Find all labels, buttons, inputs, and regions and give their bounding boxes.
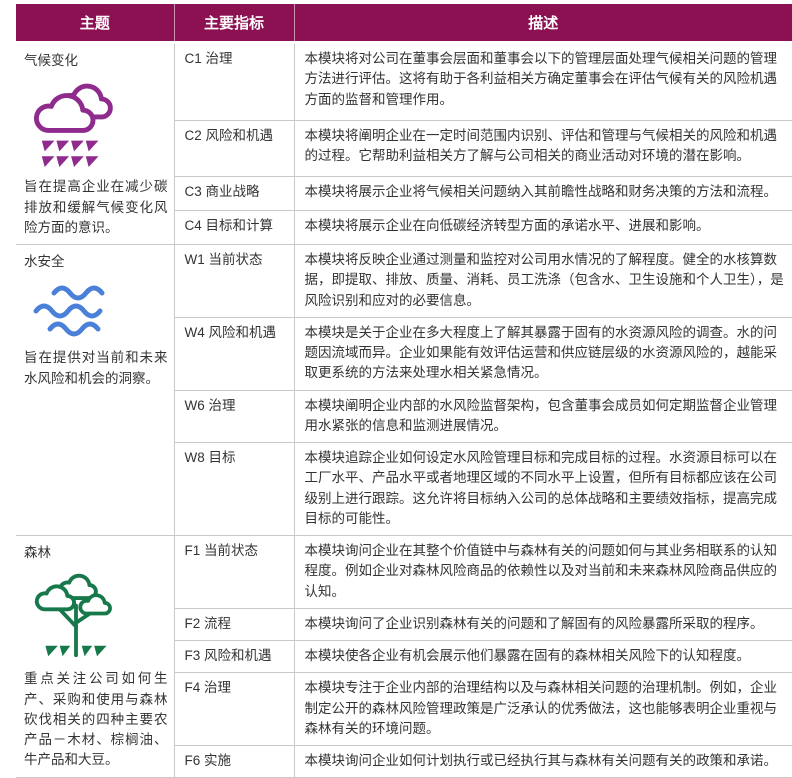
indicator-cell: C3 商业战略 xyxy=(173,175,295,211)
indicator-cell: C2 风险和机遇 xyxy=(173,120,295,177)
description-cell: 本模块将展示企业在向低碳经济转型方面的承诺水平、进展和影响。 xyxy=(294,209,792,245)
description-cell: 本模块使各企业有机会展示他们暴露在固有的森林相关风险下的认知程度。 xyxy=(294,639,792,673)
indicator-cell: F2 流程 xyxy=(173,607,295,641)
table-row: 森林 重点关注公司如何生产、采购和使用与森林砍伐相关的四种主要农产品－木材、棕榈… xyxy=(16,534,792,778)
description-cell: 本模块将展示企业将气候相关问题纳入其前瞻性战略和财务决策的方法和流程。 xyxy=(294,175,792,211)
description-cell: 本模块将阐明企业在一定时间范围内识别、评估和管理与气候相关的风险和机遇的过程。它… xyxy=(294,120,792,177)
indicator-cell: F3 风险和机遇 xyxy=(173,639,295,673)
description-cell: 本模块追踪企业如何设定水风险管理目标和完成目标的过程。水资源目标可以在工厂水平、… xyxy=(294,442,792,536)
header-row: 主题 主要指标 描述 xyxy=(16,4,792,44)
indicator-cell: W6 治理 xyxy=(173,389,295,443)
table-row: 水安全 旨在提供对当前和未来水风险和机会的洞察。 W1 当前状态 本模块将反映企… xyxy=(16,244,792,536)
theme-cell-water: 水安全 旨在提供对当前和未来水风险和机会的洞察。 xyxy=(16,244,174,536)
table-row: 气候变化 旨在提高企业在减少碳排放和缓解气候变化风险方面的意识。 C1 治理 本… xyxy=(16,42,792,235)
column-header-theme: 主题 xyxy=(16,4,174,44)
indicator-cell: C4 目标和计算 xyxy=(173,209,295,245)
theme-description: 重点关注公司如何生产、采购和使用与森林砍伐相关的四种主要农产品－木材、棕榈油、牛… xyxy=(24,671,168,768)
column-header-description: 描述 xyxy=(293,4,792,44)
description-cell: 本模块将对公司在董事会层面和董事会以下的管理层面处理气候相关问题的管理方法进行评… xyxy=(304,51,778,107)
indicator-cell: F6 实施 xyxy=(173,744,295,778)
description-cell: 本模块询问企业如何计划执行或已经执行其与森林有关问题有关的政策和承诺。 xyxy=(294,744,792,778)
theme-title: 水安全 xyxy=(24,254,65,269)
description-cell: 本模块是关于企业在多大程度上了解其暴露于固有的水资源风险的调查。水的问题因流域而… xyxy=(294,316,792,390)
column-header-indicator: 主要指标 xyxy=(173,4,294,44)
description-cell: 本模块阐明企业内部的水风险监督架构，包含董事会成员如何定期监督企业管理用水紧张的… xyxy=(294,389,792,443)
theme-cell-forest: 森林 重点关注公司如何生产、采购和使用与森林砍伐相关的四种主要农产品－木材、棕榈… xyxy=(16,534,174,778)
theme-description: 旨在提供对当前和未来水风险和机会的洞察。 xyxy=(24,350,168,386)
indicator-cell: F4 治理 xyxy=(173,672,295,746)
theme-description: 旨在提高企业在减少碳排放和缓解气候变化风险方面的意识。 xyxy=(24,179,168,235)
indicator-cell: C1 治理 xyxy=(173,42,295,121)
description-cell: 本模块将反映企业通过测量和监控对公司用水情况的了解程度。健全的水核算数据，即提取… xyxy=(294,244,792,318)
indicator-cell: W8 目标 xyxy=(173,442,295,536)
indicator-cell: F1 当前状态 xyxy=(173,535,295,609)
description-cell: 本模块询问了企业识别森林有关的问题和了解固有的风险暴露所采取的程序。 xyxy=(294,607,792,641)
climate-rain-cloud-icon xyxy=(32,79,168,171)
forest-tree-icon xyxy=(32,571,168,663)
description-cell: 本模块询问企业在其整个价值链中与森林有关的问题如何与其业务相联系的认知程度。例如… xyxy=(294,535,792,609)
description-cell: 本模块专注于企业内部的治理结构以及与森林相关问题的治理机制。例如，企业制定公开的… xyxy=(294,672,792,746)
theme-cell-climate: 气候变化 旨在提高企业在减少碳排放和缓解气候变化风险方面的意识。 xyxy=(16,43,174,245)
theme-title: 气候变化 xyxy=(24,53,78,68)
theme-title: 森林 xyxy=(24,545,51,560)
indicator-cell: W4 风险和机遇 xyxy=(173,316,295,390)
indicator-cell: W1 当前状态 xyxy=(173,244,295,318)
cdp-modules-table: 主题 主要指标 描述 气候变化 旨在提高企业在减少碳排放和缓解气候变化风险方面的… xyxy=(16,4,792,778)
water-waves-icon xyxy=(28,280,168,342)
